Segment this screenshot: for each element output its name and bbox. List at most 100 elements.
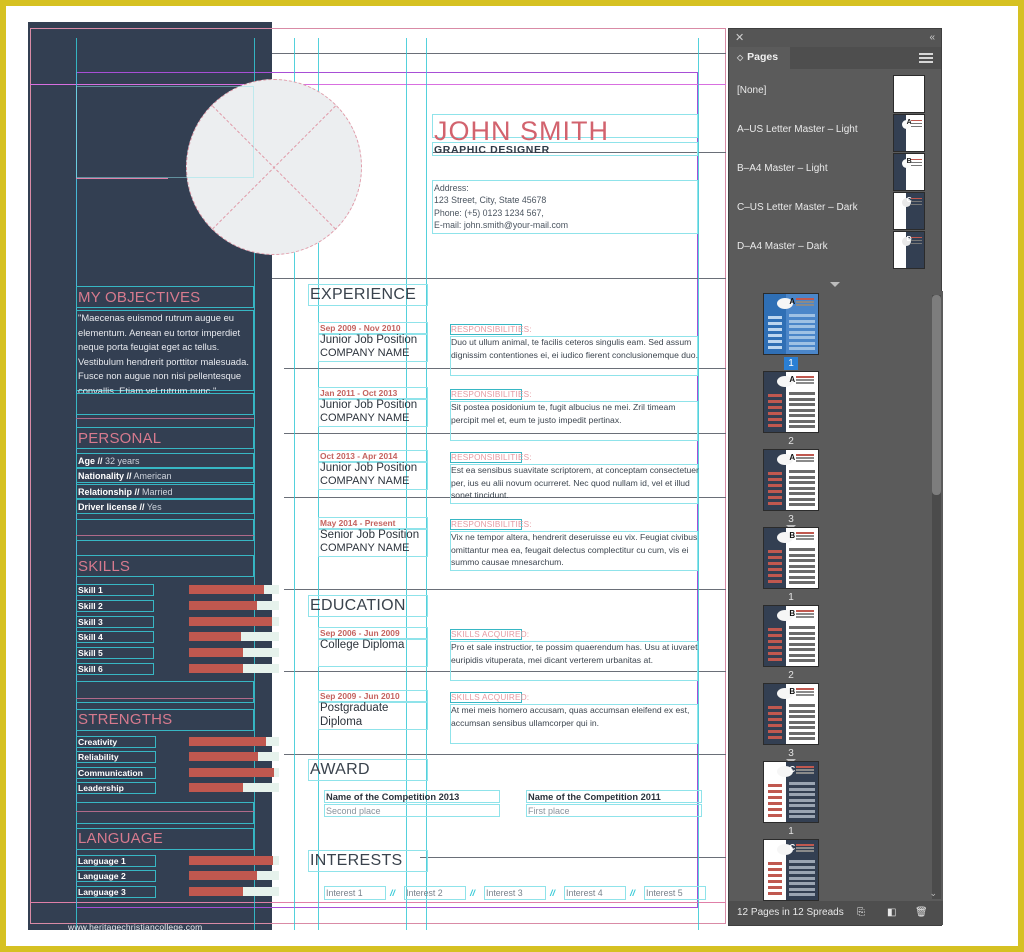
pages-thumbnail-list[interactable]: A1A2A3B1B2B3C1C2 — [729, 291, 943, 903]
bar-fill — [189, 767, 274, 777]
rule — [284, 589, 726, 590]
pages-panel[interactable]: ✕ « ◇ Pages [None] A–US Letter Master – Li… — [728, 28, 943, 926]
interest-item: Interest 3 — [486, 888, 523, 898]
page-thumbnail[interactable]: C — [763, 839, 819, 901]
page-thumbnail[interactable]: A — [763, 449, 819, 511]
collapse-icon[interactable]: « — [929, 32, 935, 43]
rule-pink — [76, 418, 254, 419]
bar-label: Skill 5 — [78, 648, 103, 659]
responsibilities-label: RESPONSIBILITIES: — [451, 390, 532, 399]
edit-page-size-icon[interactable]: ⎘ — [857, 907, 865, 918]
page-thumbnail-item[interactable]: C1 — [763, 761, 819, 838]
page-thumbnail[interactable]: B — [763, 605, 819, 667]
experience-company: COMPANY NAME — [320, 347, 410, 359]
panel-menu-icon[interactable] — [919, 53, 933, 65]
page-thumbnail-item[interactable]: A3 — [763, 449, 819, 526]
panel-statusbar: 12 Pages in 12 Spreads ⎘ ◧ 🗑 — [729, 901, 943, 925]
page-number[interactable]: 2 — [788, 435, 794, 448]
interest-separator: // — [390, 888, 396, 898]
rule — [284, 754, 726, 755]
master-page-thumbnail[interactable]: A — [893, 114, 925, 152]
responsibilities-label: RESPONSIBILITIES: — [451, 520, 532, 529]
pages-count-status: 12 Pages in 12 Spreads — [737, 907, 844, 918]
contact-line: E-mail: john.smith@your-mail.com — [434, 220, 569, 231]
page-thumbnail[interactable]: C — [763, 761, 819, 823]
bar-label: Skill 6 — [78, 664, 103, 674]
personal-row: Nationality // American — [78, 471, 172, 482]
bar-fill — [189, 648, 243, 658]
rule — [272, 278, 726, 279]
rule-pink — [76, 178, 168, 179]
master-page-label: B–A4 Master – Light — [737, 163, 828, 174]
page-thumbnail-item[interactable]: A1 — [763, 293, 819, 370]
award-name: Name of the Competition 2013 — [326, 792, 460, 802]
contact-line: 123 Street, City, State 45678 — [434, 195, 547, 206]
page-thumbnail[interactable]: A — [763, 293, 819, 355]
page-number[interactable]: 1 — [784, 357, 798, 370]
experience-company: COMPANY NAME — [320, 412, 410, 424]
page-thumbnail-item[interactable]: C2 — [763, 839, 819, 903]
page-number[interactable]: 1 — [788, 825, 794, 838]
award-name: Name of the Competition 2011 — [528, 792, 661, 802]
bar-fill — [189, 585, 264, 594]
section-title-education: EDUCATION — [310, 597, 406, 614]
website-text: www.heritagechristiancollege.com — [68, 922, 203, 930]
bar-fill — [189, 600, 258, 610]
experience-position: Junior Job Position — [320, 462, 418, 474]
new-page-icon[interactable]: ◧ — [887, 907, 896, 918]
interest-item: Interest 1 — [326, 888, 363, 898]
bar-label: Language 2 — [78, 871, 126, 882]
section-title-language: LANGUAGE — [78, 830, 163, 847]
close-icon[interactable]: ✕ — [735, 31, 744, 44]
master-page-thumbnail[interactable]: D — [893, 231, 925, 269]
page-number[interactable]: 2 — [788, 669, 794, 682]
section-title-personal: PERSONAL — [78, 430, 162, 447]
tab-pages[interactable]: ◇ Pages — [729, 47, 791, 69]
page-thumbnail-item[interactable]: B3 — [763, 683, 819, 760]
objectives-body: "Maecenas euismod rutrum augue eu elemen… — [78, 312, 249, 396]
master-page-thumbnail[interactable]: C — [893, 192, 925, 230]
rule — [284, 433, 726, 434]
page-thumbnail[interactable]: B — [763, 527, 819, 589]
bar-fill — [189, 616, 272, 626]
page-thumbnail-item[interactable]: A2 — [763, 371, 819, 448]
responsibilities-label: RESPONSIBILITIES: — [451, 325, 532, 334]
experience-date: Sep 2009 - Nov 2010 — [320, 323, 401, 333]
section-title-interests: INTERESTS — [310, 852, 403, 869]
master-page-thumbnail[interactable]: B — [893, 153, 925, 191]
responsibilities-label: RESPONSIBILITIES: — [451, 453, 532, 462]
page-thumbnail[interactable]: A — [763, 371, 819, 433]
master-page-row[interactable]: C–US Letter Master – Dark C — [729, 192, 941, 231]
experience-date: Jan 2011 - Oct 2013 — [320, 388, 398, 398]
document-canvas[interactable]: MY OBJECTIVES "Maecenas euismod rutrum a… — [28, 22, 728, 930]
bar-label: Communication — [78, 767, 143, 778]
master-page-label: A–US Letter Master – Light — [737, 124, 858, 135]
delete-page-icon[interactable]: 🗑 — [915, 907, 928, 918]
master-page-row[interactable]: B–A4 Master – Light B — [729, 153, 941, 192]
section-title-skills: SKILLS — [78, 558, 131, 575]
master-page-label: D–A4 Master – Dark — [737, 241, 828, 252]
master-page-row[interactable]: D–A4 Master – Dark D — [729, 231, 941, 270]
page-number[interactable]: 1 — [788, 591, 794, 604]
skills-acquired-body: Pro et sale instructior, te possim quaer… — [451, 642, 698, 665]
master-page-row[interactable]: [None] — [729, 75, 941, 114]
interest-separator: // — [630, 888, 636, 898]
page-thumbnail[interactable]: B — [763, 683, 819, 745]
rule — [420, 857, 726, 858]
skills-acquired-label: SKILLS ACQUIRED: — [451, 693, 530, 702]
guide-horizontal — [30, 902, 726, 903]
master-pages-list[interactable]: [None] A–US Letter Master – Light A B–A4 Ma… — [729, 69, 941, 291]
bar-fill — [189, 886, 243, 896]
education-date: Sep 2009 - Jun 2010 — [320, 691, 400, 701]
bar-fill — [189, 737, 267, 746]
rule — [284, 368, 726, 369]
contact-line: Phone: (+5) 0123 1234 567, — [434, 207, 544, 218]
pages-scrollbar[interactable] — [932, 295, 941, 899]
page-thumbnail-item[interactable]: B2 — [763, 605, 819, 682]
responsibilities-body: Sit postea posidonium te, fugit albucius… — [451, 402, 676, 425]
page-thumbnail-item[interactable]: B1 — [763, 527, 819, 604]
master-page-row[interactable]: A–US Letter Master – Light A — [729, 114, 941, 153]
photo-placeholder-icon[interactable] — [186, 79, 362, 255]
master-page-thumbnail[interactable] — [893, 75, 925, 113]
chevron-down-icon[interactable]: ⌄ — [929, 888, 937, 899]
